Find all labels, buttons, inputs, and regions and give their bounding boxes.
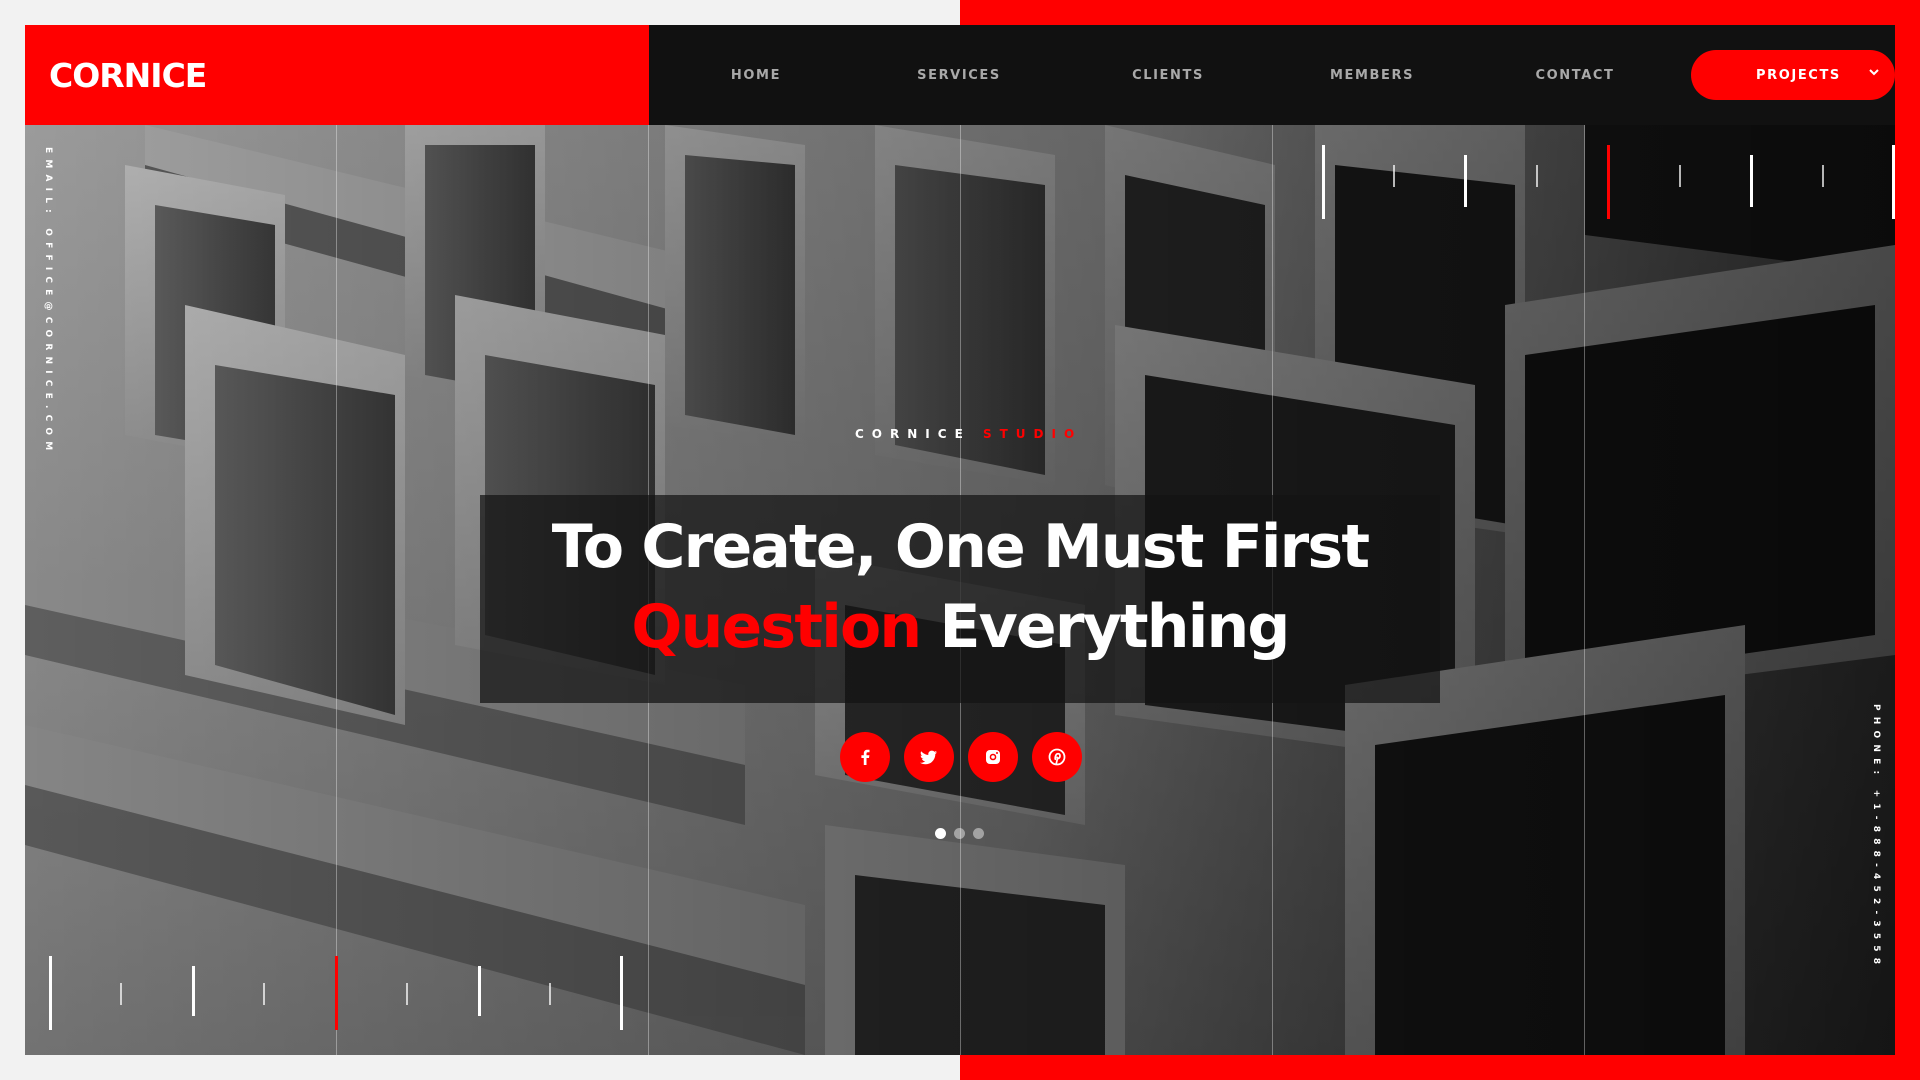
tick (192, 966, 195, 1016)
contact-phone-text: PHONE: +1-888-452-3558 (1871, 704, 1881, 971)
hero-title: To Create, One Must First Question Every… (480, 507, 1440, 667)
tick (1322, 145, 1325, 219)
hero-title-highlight: Question (631, 592, 922, 662)
tick (1822, 165, 1824, 187)
tick (120, 983, 122, 1005)
projects-button-label: PROJECTS (1756, 67, 1841, 83)
tick (1892, 145, 1895, 219)
tick (1536, 165, 1538, 187)
twitter-button[interactable] (904, 732, 954, 782)
pinterest-button[interactable] (1032, 732, 1082, 782)
tick (263, 983, 265, 1005)
top-tick-ruler (1295, 145, 1895, 219)
tick-active (335, 956, 338, 1030)
tick (549, 983, 551, 1005)
social-links (840, 732, 1082, 782)
logo-block: CORNICE (25, 25, 649, 125)
facebook-icon (861, 749, 870, 765)
page-stage: CORNICE HOME SERVICES CLIENTS MEMBERS CO… (25, 25, 1895, 1055)
slider-dots (935, 828, 984, 839)
kicker-brand: CORNICE (855, 427, 971, 441)
instagram-button[interactable] (968, 732, 1018, 782)
tick-active (1607, 145, 1610, 219)
slider-dot-2[interactable] (954, 828, 965, 839)
contact-email[interactable]: EMAIL: OFFICE@CORNICE.COM (39, 147, 53, 537)
bottom-tick-ruler (49, 956, 649, 1030)
tick (406, 983, 408, 1005)
nav-item-home[interactable]: HOME (676, 25, 836, 125)
hero-title-rest: Everything (939, 592, 1290, 662)
kicker-studio: STUDIO (982, 427, 1083, 441)
tick (1679, 165, 1681, 187)
tick (1393, 165, 1395, 187)
tick (478, 966, 481, 1016)
hero-title-line1: To Create, One Must First (551, 512, 1370, 582)
main-nav: HOME SERVICES CLIENTS MEMBERS CONTACT PR… (649, 25, 1895, 125)
logo[interactable]: CORNICE (49, 56, 207, 95)
tick (1464, 155, 1467, 207)
tick (620, 956, 623, 1030)
hero-title-box: To Create, One Must First Question Every… (480, 495, 1440, 703)
chevron-down-icon (1869, 69, 1879, 76)
facebook-button[interactable] (840, 732, 890, 782)
nav-item-members[interactable]: MEMBERS (1292, 25, 1452, 125)
nav-item-services[interactable]: SERVICES (879, 25, 1039, 125)
hero-kicker: CORNICE STUDIO (855, 427, 1082, 441)
nav-item-contact[interactable]: CONTACT (1495, 25, 1655, 125)
site-header: CORNICE HOME SERVICES CLIENTS MEMBERS CO… (25, 25, 1895, 125)
twitter-icon (920, 750, 937, 765)
contact-phone[interactable]: PHONE: +1-888-452-3558 (1867, 704, 1881, 1044)
instagram-icon (986, 750, 1000, 764)
slider-dot-3[interactable] (973, 828, 984, 839)
tick (1750, 155, 1753, 207)
slider-dot-1[interactable] (935, 828, 946, 839)
projects-button[interactable]: PROJECTS (1691, 50, 1895, 100)
contact-email-text: EMAIL: OFFICE@CORNICE.COM (43, 147, 53, 457)
grid-line (1584, 125, 1585, 1055)
grid-line (336, 125, 337, 1055)
pinterest-icon (1048, 748, 1066, 766)
nav-item-clients[interactable]: CLIENTS (1088, 25, 1248, 125)
hero-section: EMAIL: OFFICE@CORNICE.COM PHONE: +1-888-… (25, 125, 1895, 1055)
tick (49, 956, 52, 1030)
